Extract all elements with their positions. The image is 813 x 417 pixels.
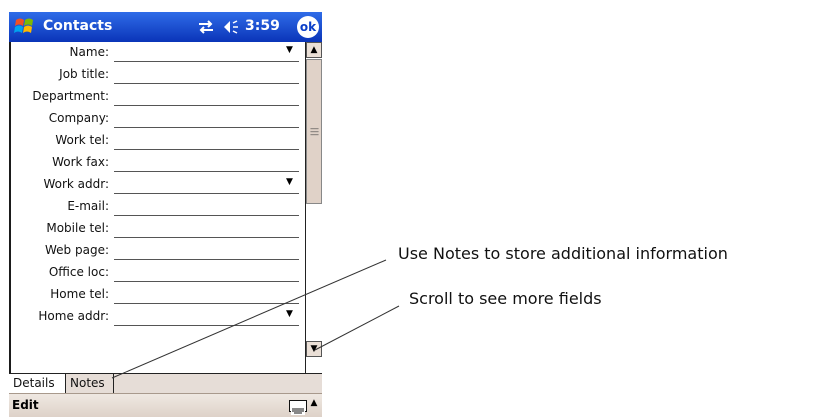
dropdown-arrow-icon[interactable]: ▼: [286, 309, 293, 319]
tab-strip: Details Notes: [9, 373, 322, 394]
form-left-border: [9, 42, 11, 373]
home-addr-input[interactable]: [114, 325, 299, 326]
work-fax-input[interactable]: [114, 171, 299, 172]
department-input[interactable]: [114, 105, 299, 106]
pocket-pc-screen: Contacts 3:59 ok Name: ▼ Job title: Depa…: [9, 12, 322, 417]
mobile-tel-input[interactable]: [114, 237, 299, 238]
field-label: Web page:: [45, 243, 109, 257]
field-row-home-addr[interactable]: Home addr: ▼: [9, 306, 305, 328]
field-label: Home addr:: [38, 309, 109, 323]
email-input[interactable]: [114, 215, 299, 216]
volume-icon[interactable]: [221, 19, 241, 35]
field-label: Job title:: [59, 67, 109, 81]
company-input[interactable]: [114, 127, 299, 128]
tab-notes[interactable]: Notes: [66, 374, 114, 393]
scroll-callout: Scroll to see more fields: [409, 289, 602, 308]
field-row-work-addr[interactable]: Work addr: ▼: [9, 174, 305, 196]
work-addr-input[interactable]: [114, 193, 299, 194]
vertical-scrollbar[interactable]: ▲ — — — ▼: [305, 42, 322, 373]
office-loc-input[interactable]: [114, 281, 299, 282]
field-row-work-tel[interactable]: Work tel:: [9, 130, 305, 152]
field-row-company[interactable]: Company:: [9, 108, 305, 130]
field-label: Home tel:: [50, 287, 109, 301]
field-row-office-loc[interactable]: Office loc:: [9, 262, 305, 284]
web-page-input[interactable]: [114, 259, 299, 260]
field-row-job-title[interactable]: Job title:: [9, 64, 305, 86]
title-bar: Contacts 3:59 ok: [9, 12, 322, 42]
field-row-name[interactable]: Name: ▼: [9, 42, 305, 64]
scroll-thumb[interactable]: — — —: [306, 59, 322, 204]
app-title: Contacts: [43, 18, 113, 34]
tab-details[interactable]: Details: [9, 374, 66, 393]
input-arrow-icon[interactable]: ▲: [308, 398, 320, 408]
dropdown-arrow-icon[interactable]: ▼: [286, 45, 293, 55]
field-row-department[interactable]: Department:: [9, 86, 305, 108]
home-tel-input[interactable]: [114, 303, 299, 304]
windows-start-icon[interactable]: [12, 15, 38, 39]
menu-bar: Edit ▲: [9, 393, 322, 417]
clock[interactable]: 3:59: [245, 18, 280, 34]
field-row-mobile-tel[interactable]: Mobile tel:: [9, 218, 305, 240]
field-row-web-page[interactable]: Web page:: [9, 240, 305, 262]
dropdown-arrow-icon[interactable]: ▼: [286, 177, 293, 187]
scroll-down-button[interactable]: ▼: [306, 341, 322, 357]
ok-button[interactable]: ok: [297, 16, 319, 38]
work-tel-input[interactable]: [114, 149, 299, 150]
job-title-input[interactable]: [114, 83, 299, 84]
keyboard-icon[interactable]: [289, 400, 307, 415]
field-label: Name:: [69, 45, 109, 59]
contact-form: Name: ▼ Job title: Department: Company: …: [9, 42, 322, 373]
field-label: E-mail:: [67, 199, 109, 213]
field-label: Work addr:: [43, 177, 109, 191]
field-label: Company:: [48, 111, 109, 125]
scroll-leader-line: [314, 305, 400, 351]
edit-menu[interactable]: Edit: [12, 398, 39, 412]
field-row-work-fax[interactable]: Work fax:: [9, 152, 305, 174]
scroll-grip-icon: — — —: [310, 124, 319, 140]
scroll-up-button[interactable]: ▲: [306, 42, 322, 58]
field-label: Office loc:: [48, 265, 109, 279]
notes-callout: Use Notes to store additional informatio…: [398, 244, 728, 263]
connectivity-icon[interactable]: [197, 19, 215, 35]
field-label: Work fax:: [52, 155, 109, 169]
field-label: Mobile tel:: [46, 221, 109, 235]
field-label: Work tel:: [55, 133, 109, 147]
field-label: Department:: [32, 89, 109, 103]
field-row-home-tel[interactable]: Home tel:: [9, 284, 305, 306]
field-row-email[interactable]: E-mail:: [9, 196, 305, 218]
name-input[interactable]: [114, 61, 299, 62]
